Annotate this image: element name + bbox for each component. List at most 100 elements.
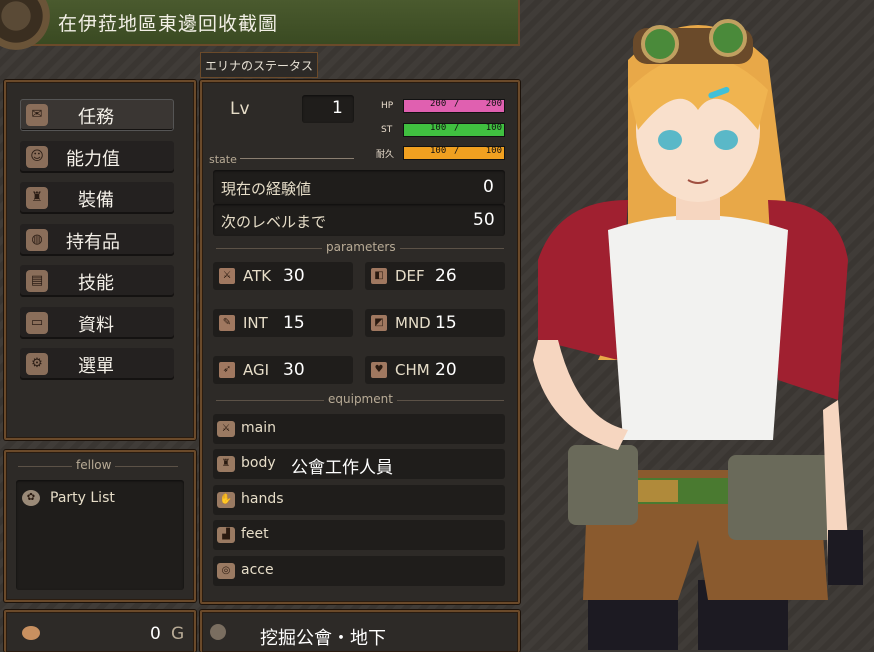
durability-current: 100 [430, 146, 447, 156]
durability-slash: / [454, 146, 460, 156]
param-agi: ➶ AGI 30 [213, 356, 353, 384]
location-title-bar: 在伊菈地區東邊回收截圖 [0, 0, 520, 50]
menu-item-equipment[interactable]: ♜ 裝備 [20, 182, 174, 214]
param-value: 20 [435, 360, 457, 380]
gear-ornament-icon [0, 0, 50, 50]
param-int: ✎ INT 15 [213, 309, 353, 337]
state-label: state [209, 153, 237, 166]
param-name: DEF [395, 267, 425, 285]
menu-item-label: 任務 [78, 107, 114, 128]
param-name: MND [395, 314, 431, 332]
param-value: 15 [283, 313, 305, 333]
equip-slot-name: body [241, 455, 276, 471]
book-icon: ▤ [26, 270, 48, 292]
param-value: 26 [435, 266, 457, 286]
menu-item-label: 選單 [78, 356, 114, 377]
hp-bar: 200 / 200 [403, 99, 505, 113]
def-icon: ◧ [371, 268, 387, 284]
int-icon: ✎ [219, 315, 235, 331]
next-level-label: 次のレベルまで [221, 213, 327, 231]
exp-value: 0 [483, 177, 494, 197]
face-icon: ☺ [26, 146, 48, 168]
scroll-icon: ✉ [26, 104, 48, 126]
hp-max: 200 [485, 99, 502, 109]
mnd-icon: ◩ [371, 315, 387, 331]
coin-icon [22, 626, 40, 640]
menu-item-label: 技能 [78, 273, 114, 294]
param-name: ATK [243, 267, 272, 285]
armor-icon: ♜ [217, 456, 235, 472]
st-current: 100 [430, 123, 447, 133]
durability-max: 100 [485, 146, 502, 156]
status-tab-label: エリナのステータス [205, 59, 314, 73]
equip-slot-accessory[interactable]: ◎ acce [213, 556, 505, 586]
st-bar: 100 / 100 [403, 123, 505, 137]
param-def: ◧ DEF 26 [365, 262, 505, 290]
level-value: 1 [332, 98, 343, 118]
equip-item-name: 公會工作人員 [291, 458, 393, 478]
heart-icon: ♥ [371, 362, 387, 378]
exp-label: 現在の経験値 [221, 180, 312, 198]
st-slash: / [454, 123, 460, 133]
equip-slot-hands[interactable]: ✋ hands [213, 485, 505, 515]
param-name: CHM [395, 361, 430, 379]
party-list-item[interactable]: Party List [50, 490, 115, 506]
menu-item-label: 裝備 [78, 190, 114, 211]
hp-current: 200 [430, 99, 447, 109]
menu-item-quest[interactable]: ✉ 任務 [20, 99, 174, 131]
next-level-value: 50 [473, 210, 495, 230]
armor-icon: ♜ [26, 187, 48, 209]
boot-icon: ▟ [217, 527, 235, 543]
equip-slot-feet[interactable]: ▟ feet [213, 520, 505, 550]
menu-item-data[interactable]: ▭ 資料 [20, 307, 174, 339]
param-name: INT [243, 314, 268, 332]
location-title: 在伊菈地區東邊回收截圖 [58, 13, 279, 35]
equipment-title: equipment [324, 392, 397, 406]
param-value: 30 [283, 360, 305, 380]
status-tab: エリナのステータス [200, 52, 318, 78]
durability-label: 耐久 [376, 150, 395, 160]
menu-item-stats[interactable]: ☺ 能力值 [20, 141, 174, 173]
glove-icon: ✋ [217, 492, 235, 508]
location-name: 挖掘公會・地下 [260, 628, 386, 649]
level-label: Lv [230, 99, 250, 119]
hp-slash: / [454, 99, 460, 109]
location-icon [210, 624, 226, 640]
durability-bar: 100 / 100 [403, 146, 505, 160]
gear-icon: ⚙ [26, 353, 48, 375]
equip-slot-main[interactable]: ⚔ main [213, 414, 505, 444]
folder-icon: ▭ [26, 312, 48, 334]
menu-item-label: 能力值 [66, 149, 120, 170]
menu-item-items[interactable]: ◍ 持有品 [20, 224, 174, 256]
equip-slot-name: main [241, 420, 276, 436]
bag-icon: ◍ [26, 229, 48, 251]
atk-icon: ⚔ [219, 268, 235, 284]
character-portrait [533, 19, 863, 650]
menu-item-label: 持有品 [66, 232, 120, 253]
hp-label: HP [381, 101, 394, 111]
st-label: ST [381, 125, 393, 135]
param-name: AGI [243, 361, 270, 379]
param-atk: ⚔ ATK 30 [213, 262, 353, 290]
command-menu-panel [4, 80, 196, 440]
fellow-title: fellow [72, 458, 116, 472]
equip-slot-name: acce [241, 562, 274, 578]
agi-icon: ➶ [219, 362, 235, 378]
sword-icon: ⚔ [217, 421, 235, 437]
param-chm: ♥ CHM 20 [365, 356, 505, 384]
param-mnd: ◩ MND 15 [365, 309, 505, 337]
state-line [240, 158, 354, 159]
param-value: 30 [283, 266, 305, 286]
menu-item-skills[interactable]: ▤ 技能 [20, 265, 174, 297]
equip-slot-name: hands [241, 491, 284, 507]
param-value: 15 [435, 313, 457, 333]
equip-slot-body[interactable]: ♜ body 公會工作人員 [213, 449, 505, 479]
menu-item-options[interactable]: ⚙ 選單 [20, 348, 174, 380]
equip-slot-name: feet [241, 526, 269, 542]
party-icon: ✿ [22, 490, 40, 506]
st-max: 100 [485, 123, 502, 133]
parameters-title: parameters [322, 240, 400, 254]
menu-item-label: 資料 [78, 315, 114, 336]
level-box [302, 95, 354, 123]
ring-icon: ◎ [217, 563, 235, 579]
